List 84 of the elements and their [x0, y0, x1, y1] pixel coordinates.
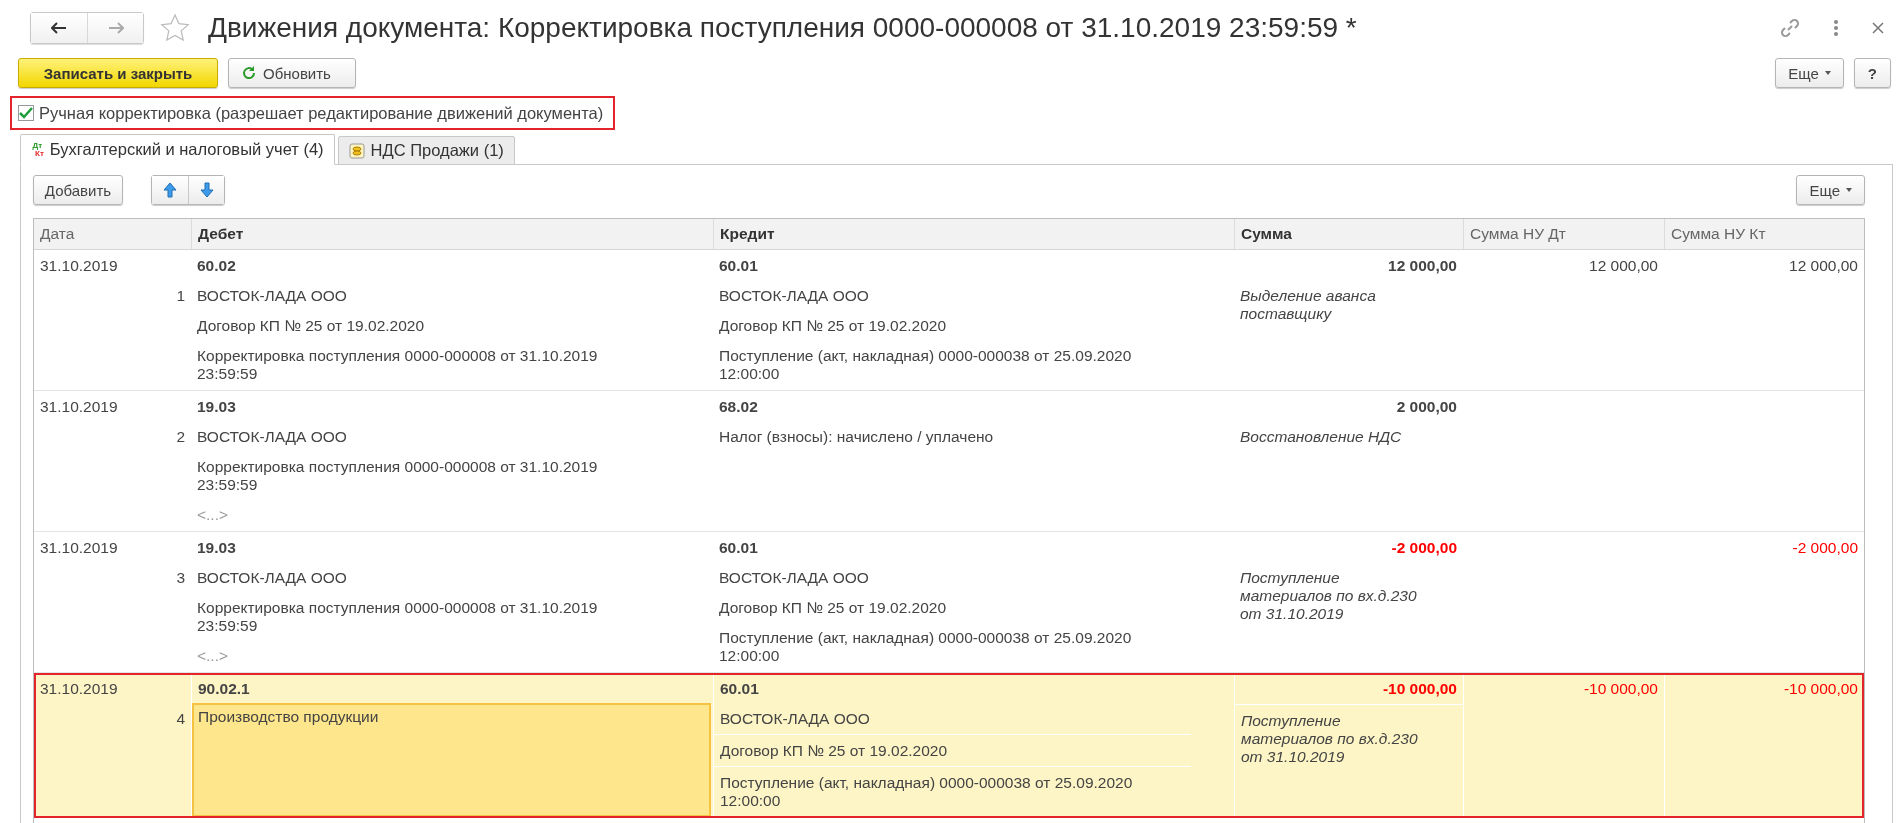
amount-text: 2 000,00 — [1395, 397, 1458, 417]
down-arrow-icon — [199, 182, 214, 198]
selected-row[interactable] — [34, 673, 1864, 818]
amount-text: -10 000,00 — [1582, 679, 1659, 699]
link-icon — [1779, 17, 1801, 39]
subconto-text: Поступление (акт, накладная) 0000-000038 от 25.09.2020 12:00:00 — [718, 346, 1133, 384]
empty-subconto: <...> — [196, 505, 230, 525]
active-cell[interactable]: Производство продукции — [192, 703, 711, 817]
subconto-text: ВОСТОК-ЛАДА ООО — [196, 568, 348, 588]
help-button[interactable]: ? — [1853, 58, 1891, 88]
column-header[interactable]: Дата — [34, 219, 191, 249]
subconto-text: Договор КП № 25 от 19.02.2020 — [196, 316, 426, 336]
account-code: 68.02 — [718, 397, 759, 417]
date-text: 31.10.2019 — [39, 397, 119, 417]
account-code: 60.01 — [719, 679, 760, 699]
subconto-text: Корректировка поступления 0000-000008 от 31.10.2019 23:59:59 — [196, 346, 599, 384]
comment-text: Восстановление НДС — [1239, 427, 1403, 447]
empty-subconto: <...> — [196, 646, 230, 666]
amount-text: -2 000,00 — [1791, 538, 1859, 558]
window-title: Движения документа: Корректировка поступления 0000-000008 от 31.10.2019 23:59:59 * — [208, 12, 1358, 44]
row-number: 2 — [175, 427, 186, 447]
subconto-text: ВОСТОК-ЛАДА ООО — [718, 286, 870, 306]
subconto-text: Производство продукции — [198, 709, 380, 725]
back-button[interactable] — [31, 13, 87, 43]
comment-text: Поступление материалов по вх.д.230 от 31.10.2019 — [1240, 711, 1419, 767]
more-button[interactable]: Еще — [1796, 175, 1865, 205]
up-arrow-icon — [163, 182, 177, 198]
subconto-text: Налог (взносы): начислено / уплачено — [718, 427, 995, 447]
kebab-menu-icon — [1833, 19, 1839, 37]
subconto-text: Поступление (акт, накладная) 0000-000038 от 25.09.2020 12:00:00 — [718, 628, 1133, 666]
subconto-text: Корректировка поступления 0000-000008 от 31.10.2019 23:59:59 — [196, 598, 599, 636]
left-arrow-icon — [51, 22, 67, 34]
account-code: 19.03 — [196, 538, 237, 558]
subconto-text: Договор КП № 25 от 19.02.2020 — [714, 735, 1191, 767]
column-header[interactable]: Дебет — [191, 219, 713, 249]
subconto-text: ВОСТОК-ЛАДА ООО — [196, 286, 348, 306]
account-code: 60.02 — [196, 256, 237, 276]
date-text: 31.10.2019 — [39, 679, 119, 699]
account-code: 60.01 — [718, 256, 759, 276]
caret-icon — [1846, 188, 1852, 192]
comment-text: Поступление материалов по вх.д.230 от 31.10.2019 — [1239, 568, 1418, 624]
amount-text: -10 000,00 — [1782, 679, 1859, 699]
subconto-text: ВОСТОК-ЛАДА ООО — [718, 568, 870, 588]
row-number: 1 — [175, 286, 186, 306]
row-number: 4 — [175, 709, 186, 729]
checkbox[interactable] — [18, 105, 34, 121]
amount-text: -10 000,00 — [1235, 673, 1463, 705]
account-code: 60.01 — [718, 538, 759, 558]
move-up-button[interactable] — [152, 176, 188, 204]
subconto-text: ВОСТОК-ЛАДА ООО — [714, 703, 1191, 735]
debit-credit-icon: Дт Кт — [31, 141, 44, 158]
tab[interactable]: НДС Продажи (1) — [337, 136, 515, 165]
date-text: 31.10.2019 — [39, 538, 119, 558]
column-header[interactable]: Сумма НУ Кт — [1664, 219, 1864, 249]
date-text: 31.10.2019 — [39, 256, 119, 276]
comment-text: Выделение аванса поставщику — [1239, 286, 1377, 324]
move-down-button[interactable] — [188, 176, 224, 204]
amount-text: 12 000,00 — [1588, 256, 1659, 276]
column-header[interactable]: Сумма — [1234, 219, 1463, 249]
subconto-text: Поступление (акт, накладная) 0000-000038 от 25.09.2020 12:00:00 — [714, 767, 1191, 817]
close-icon — [1871, 21, 1885, 35]
amount-text: 12 000,00 — [1387, 256, 1458, 276]
coins-icon — [348, 142, 365, 159]
check-icon — [19, 107, 33, 119]
more-button[interactable]: Еще — [1775, 58, 1844, 88]
subconto-text: Договор КП № 25 от 19.02.2020 — [718, 598, 948, 618]
refresh-icon — [241, 65, 257, 81]
account-code: 19.03 — [196, 397, 237, 417]
subconto-text: Договор КП № 25 от 19.02.2020 — [718, 316, 948, 336]
save-and-close-button[interactable]: Записать и закрыть — [18, 58, 218, 88]
subconto-text: Корректировка поступления 0000-000008 от 31.10.2019 23:59:59 — [196, 457, 599, 495]
refresh-button[interactable]: Обновить — [228, 58, 356, 88]
column-header[interactable]: Сумма НУ Дт — [1463, 219, 1664, 249]
subconto-text: ВОСТОК-ЛАДА ООО — [196, 427, 348, 447]
checkbox-label: Ручная корректировка (разрешает редактирование движений документа) — [39, 103, 604, 123]
star-icon — [160, 13, 190, 43]
account-code: 90.02.1 — [197, 679, 251, 699]
right-arrow-icon — [107, 22, 124, 34]
amount-text: -2 000,00 — [1390, 538, 1458, 558]
amount-text: 12 000,00 — [1788, 256, 1859, 276]
add-button[interactable]: Добавить — [33, 175, 123, 205]
column-header[interactable]: Кредит — [713, 219, 1234, 249]
row-number: 3 — [175, 568, 186, 588]
caret-icon — [1824, 71, 1831, 75]
